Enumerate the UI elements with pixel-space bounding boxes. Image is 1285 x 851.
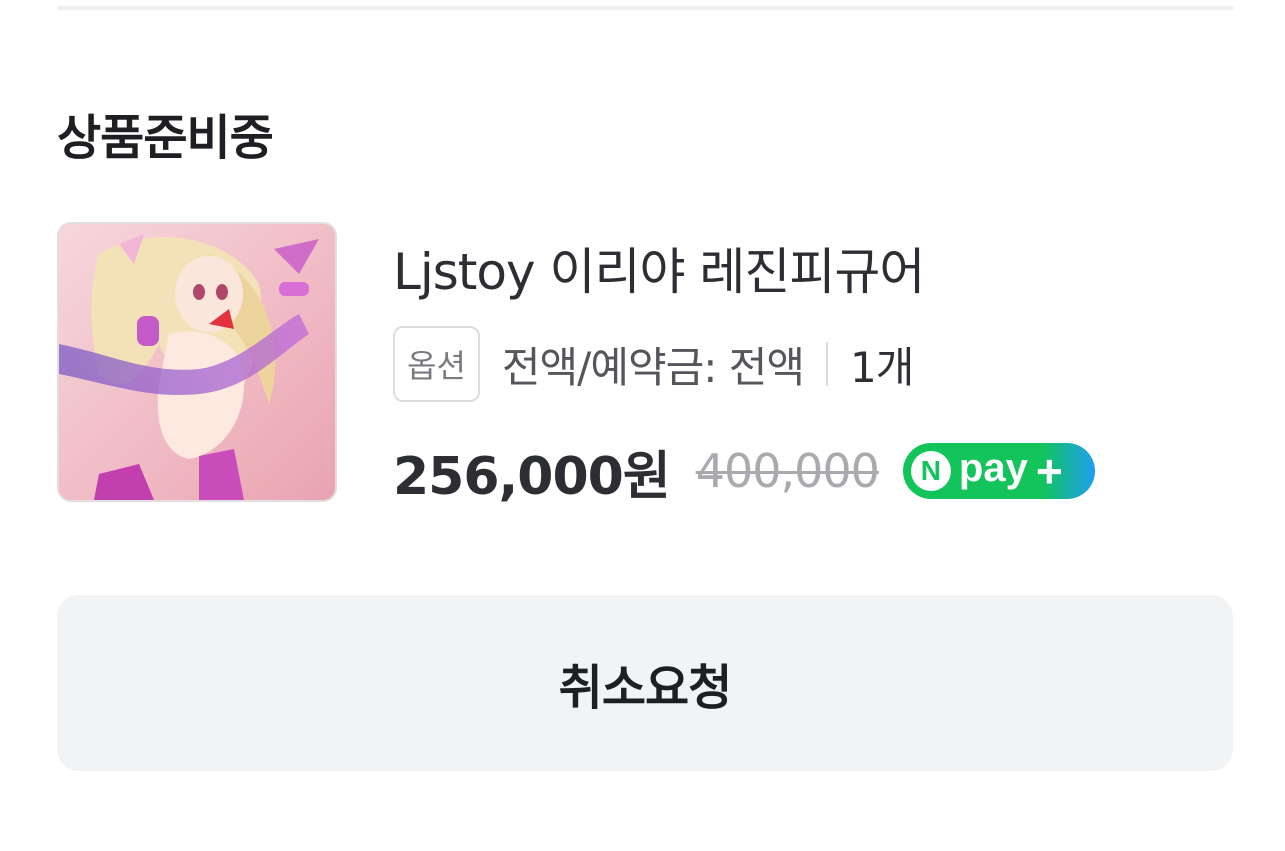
product-name[interactable]: Ljstoy 이리야 레진피규어 (393, 232, 925, 304)
option-row: 옵션 전액/예약금: 전액 1개 (393, 326, 914, 402)
option-chip: 옵션 (393, 326, 480, 402)
sale-price: 256,000원 (393, 446, 671, 507)
product-image (59, 224, 335, 500)
price-row: 256,000원 400,000 N pay + (393, 436, 1095, 507)
plus-icon: + (1035, 445, 1063, 497)
order-status-title: 상품준비중 (57, 110, 274, 166)
product-thumbnail[interactable] (57, 222, 337, 502)
npay-logo-icon: N (910, 451, 951, 491)
quantity-text: 1개 (850, 342, 914, 392)
npay-plus-badge: N pay + (902, 443, 1095, 499)
npay-label: pay (958, 446, 1028, 490)
option-separator (826, 342, 829, 386)
cancel-request-button[interactable]: 취소요청 (57, 595, 1233, 771)
top-divider (57, 6, 1233, 10)
option-value: 전액/예약금: 전액 (501, 342, 805, 392)
original-price: 400,000 (695, 444, 880, 498)
